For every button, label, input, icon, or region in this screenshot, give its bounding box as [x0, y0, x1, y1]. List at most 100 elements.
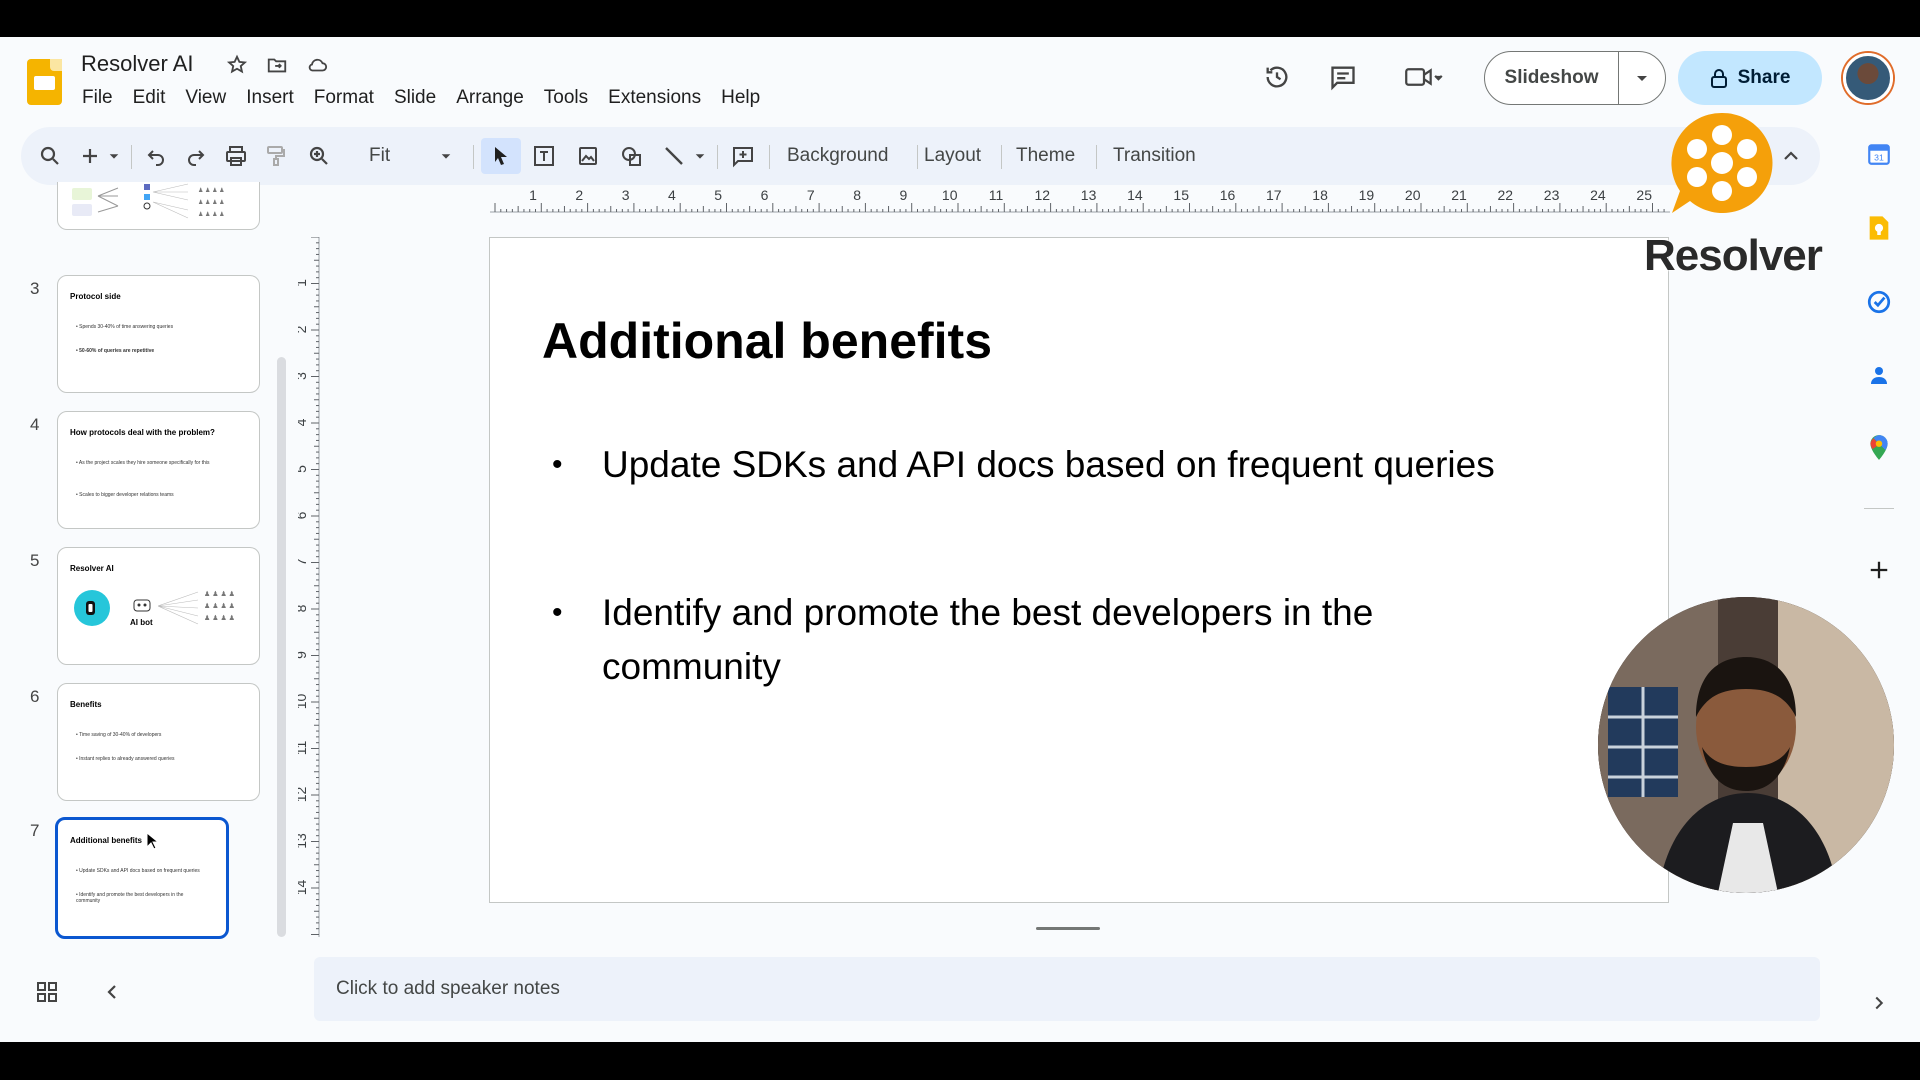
slideshow-button[interactable]: Slideshow: [1485, 52, 1619, 104]
svg-text:31: 31: [1874, 153, 1884, 163]
menu-format[interactable]: Format: [304, 85, 384, 111]
slide-thumbnail-2-partial[interactable]: ♟ ♟ ♟ ♟ ♟ ♟ ♟ ♟ ♟ ♟ ♟ ♟: [57, 182, 260, 230]
ruler-tick-label: 7: [807, 187, 815, 203]
slides-logo-icon[interactable]: [27, 59, 62, 105]
expand-side-panel-chevron-icon[interactable]: [1868, 992, 1890, 1019]
menu-view[interactable]: View: [175, 85, 236, 111]
paint-format-icon[interactable]: [261, 138, 291, 174]
line-chevron-icon[interactable]: [691, 138, 709, 174]
add-comment-icon[interactable]: [727, 138, 759, 174]
theme-button[interactable]: Theme: [1016, 138, 1075, 174]
background-button[interactable]: Background: [787, 138, 888, 174]
ruler-tick-label: 6: [298, 511, 309, 519]
bullet-dot: •: [552, 448, 563, 481]
zoom-icon[interactable]: [304, 138, 334, 174]
slide-thumbnail-5[interactable]: Resolver AI AI bot ♟ ♟ ♟ ♟ ♟ ♟ ♟ ♟ ♟ ♟ ♟…: [57, 547, 260, 665]
tasks-icon[interactable]: [1864, 287, 1894, 317]
add-addon-icon[interactable]: [1864, 555, 1894, 585]
line-icon[interactable]: [660, 138, 688, 174]
ruler-tick-label: 23: [1544, 187, 1560, 203]
ruler-tick-label: 3: [298, 372, 309, 380]
filmstrip-scrollbar[interactable]: [277, 357, 286, 937]
slide-thumbnail-7-selected[interactable]: Additional benefits • Update SDKs and AP…: [55, 817, 229, 939]
menu-file[interactable]: File: [72, 85, 123, 111]
select-cursor-icon[interactable]: [481, 138, 521, 174]
undo-icon[interactable]: [141, 138, 171, 174]
ruler-tick-label: 7: [298, 558, 309, 566]
ruler-tick-label: 13: [298, 833, 309, 849]
layout-button[interactable]: Layout: [924, 138, 981, 174]
maps-icon[interactable]: [1864, 433, 1894, 463]
new-slide-chevron-icon[interactable]: [105, 138, 123, 174]
slide-bullet-2[interactable]: • Identify and promote the best develope…: [552, 586, 1452, 694]
ruler-tick-label: 1: [529, 187, 537, 203]
zoom-value[interactable]: Fit: [369, 138, 390, 174]
horizontal-ruler: 1 2 3 4 5 6 7 8 9 10 11 12 13 14 15 16 17 18 19 20 21 22 23 24 2…: [490, 187, 1670, 213]
meet-call-icon[interactable]: [1396, 57, 1452, 97]
comments-icon[interactable]: [1323, 57, 1363, 97]
ruler-tick-label: 20: [1405, 187, 1421, 203]
svg-text:♟ ♟ ♟ ♟: ♟ ♟ ♟ ♟: [204, 590, 235, 598]
redo-icon[interactable]: [181, 138, 211, 174]
slide-title[interactable]: Additional benefits: [542, 312, 992, 370]
svg-text:♟ ♟ ♟ ♟: ♟ ♟ ♟ ♟: [198, 187, 225, 194]
grid-view-icon[interactable]: [36, 981, 58, 1008]
robot-icon: [133, 599, 151, 612]
slide-bullet-1[interactable]: • Update SDKs and API docs based on freq…: [552, 438, 1602, 492]
webcam-overlay: [1598, 597, 1894, 893]
new-slide-icon[interactable]: [77, 138, 103, 174]
move-folder-icon[interactable]: [264, 52, 290, 78]
ruler-tick-label: 22: [1498, 187, 1514, 203]
speaker-notes[interactable]: Click to add speaker notes: [314, 957, 1820, 1021]
menu-extensions[interactable]: Extensions: [598, 85, 711, 111]
ruler-tick-label: 5: [714, 187, 722, 203]
thumbnail-bullet: • Time saving of 30-40% of developers: [76, 732, 162, 738]
transition-button[interactable]: Transition: [1113, 138, 1196, 174]
menu-slide[interactable]: Slide: [384, 85, 446, 111]
menu-edit[interactable]: Edit: [123, 85, 176, 111]
menu-help[interactable]: Help: [711, 85, 770, 111]
star-icon[interactable]: [224, 52, 250, 78]
slide-number: 5: [30, 551, 40, 570]
ruler-tick-label: 21: [1451, 187, 1467, 203]
cloud-saved-icon[interactable]: [304, 52, 330, 78]
document-title[interactable]: Resolver AI: [81, 51, 194, 77]
thumbnail-bullet: • As the project scales they hire someon…: [76, 460, 210, 466]
insert-image-icon[interactable]: [572, 138, 604, 174]
notes-resize-handle[interactable]: [1036, 927, 1100, 930]
menu-tools[interactable]: Tools: [534, 85, 598, 111]
slideshow-button-group: Slideshow: [1484, 51, 1666, 105]
search-menus-icon[interactable]: [35, 138, 65, 174]
slide-number: 6: [30, 687, 40, 706]
slide-thumbnail-4[interactable]: How protocols deal with the problem? • A…: [57, 411, 260, 529]
slideshow-options-chevron-icon[interactable]: [1619, 52, 1665, 104]
shape-icon[interactable]: [616, 138, 648, 174]
share-button[interactable]: Share: [1678, 51, 1822, 105]
thumbnail-bullet: • Instant replies to already answered qu…: [76, 756, 175, 762]
thumbnail-bullet: • Spends 30-40% of time answering querie…: [76, 324, 174, 330]
keep-icon[interactable]: [1864, 213, 1894, 243]
ruler-tick-label: 17: [1266, 187, 1282, 203]
contacts-icon[interactable]: [1864, 360, 1894, 390]
collapse-toolbar-chevron-icon[interactable]: [1776, 138, 1806, 174]
thumbnail-title: How protocols deal with the problem?: [70, 428, 215, 437]
ruler-tick-label: 4: [298, 418, 309, 426]
slide-thumbnail-6[interactable]: Benefits • Time saving of 30-40% of deve…: [57, 683, 260, 801]
zoom-chevron-icon[interactable]: [437, 138, 455, 174]
collapse-filmstrip-chevron-icon[interactable]: [104, 981, 120, 1008]
calendar-icon[interactable]: 31: [1864, 139, 1894, 169]
menu-insert[interactable]: Insert: [236, 85, 304, 111]
slide-thumbnail-3[interactable]: Protocol side • Spends 30-40% of time an…: [57, 275, 260, 393]
ruler-tick-label: 11: [989, 187, 1004, 203]
ruler-tick-label: 15: [1173, 187, 1189, 203]
ruler-tick-label: 24: [1590, 187, 1606, 203]
thumbnail-title: Additional benefits: [70, 836, 142, 845]
avatar[interactable]: [1843, 53, 1893, 103]
text-box-icon[interactable]: [528, 138, 560, 174]
version-history-icon[interactable]: [1257, 57, 1297, 97]
slide-canvas[interactable]: Additional benefits • Update SDKs and AP…: [489, 237, 1669, 903]
menu-arrange[interactable]: Arrange: [446, 85, 534, 111]
print-icon[interactable]: [221, 138, 251, 174]
ruler-tick-label: 6: [761, 187, 769, 203]
slide-number: 7: [30, 821, 40, 840]
